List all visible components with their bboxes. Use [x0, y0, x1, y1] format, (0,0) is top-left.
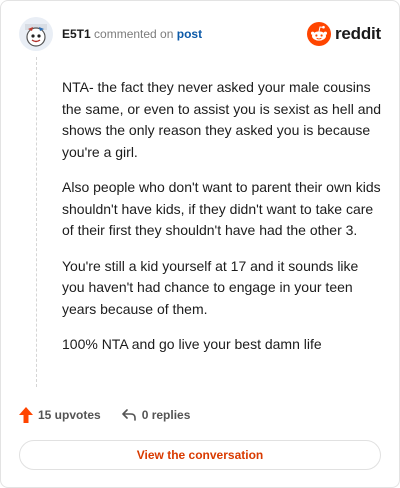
upvote-button[interactable]: 15 upvotes	[19, 407, 101, 423]
reply-icon	[121, 409, 136, 421]
upvote-count: 15 upvotes	[38, 408, 101, 422]
reddit-logo-icon	[306, 22, 331, 46]
replies-button[interactable]: 0 replies	[121, 408, 191, 422]
comment-paragraph: You're still a kid yourself at 17 and it…	[62, 257, 359, 317]
comment-paragraph: NTA- the fact they never asked your male…	[62, 79, 382, 160]
comment-meta: E5T1 commented on post	[62, 27, 202, 41]
comment-header: E5T1 commented on post reddit	[19, 17, 381, 51]
upvote-arrow-icon	[19, 407, 33, 423]
commented-on-text: commented on	[94, 27, 174, 41]
avatar-image	[19, 17, 53, 51]
view-conversation-button[interactable]: View the conversation	[19, 440, 381, 470]
comment-actions: 15 upvotes 0 replies	[19, 405, 190, 425]
post-link[interactable]: post	[177, 27, 202, 41]
reply-count: 0 replies	[141, 408, 191, 422]
comment-paragraph: 100% NTA and go live your best damn life	[62, 336, 322, 352]
reddit-wordmark: reddit	[334, 24, 381, 43]
avatar[interactable]	[19, 17, 53, 51]
username-link[interactable]: E5T1	[62, 27, 91, 41]
reddit-logo[interactable]: reddit	[306, 21, 381, 47]
comment-paragraph: Also people who don't want to parent the…	[62, 179, 381, 238]
thread-line	[36, 57, 37, 387]
comment-body: NTA- the fact they never asked your male…	[62, 77, 384, 370]
embedded-comment-card: E5T1 commented on post reddit NTA- the f…	[0, 0, 400, 488]
